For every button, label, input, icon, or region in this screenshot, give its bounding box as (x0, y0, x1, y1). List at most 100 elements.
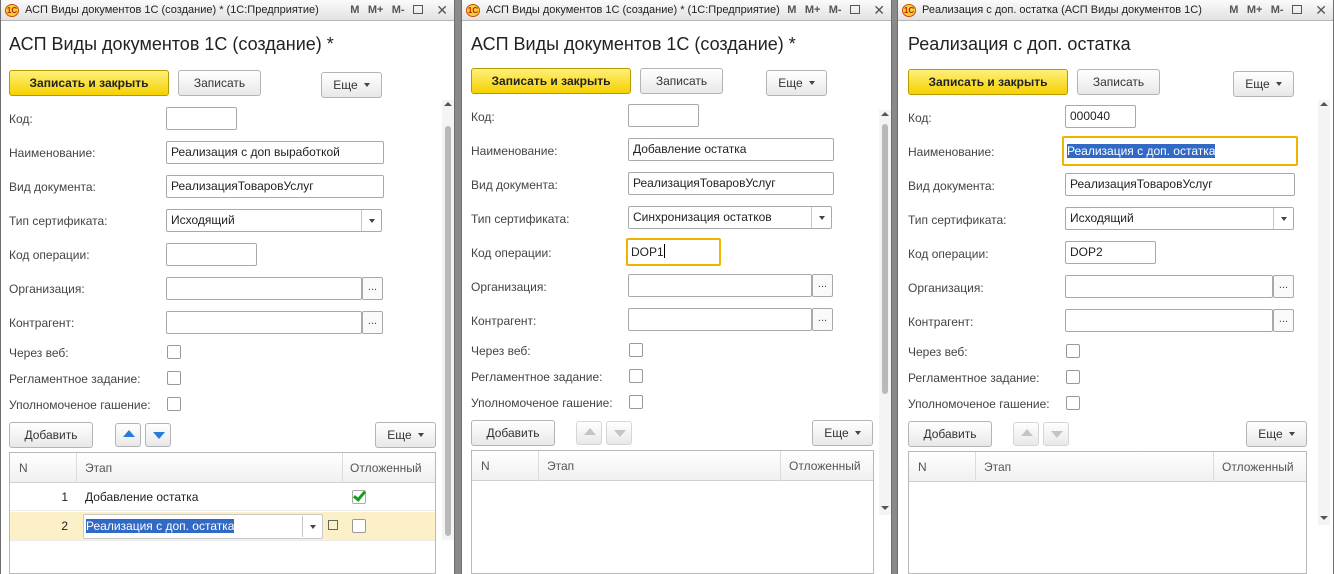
more-button[interactable]: Еще (1233, 71, 1294, 97)
chevron-down-icon[interactable] (302, 516, 322, 537)
open-form-icon[interactable] (328, 520, 338, 530)
auth-payoff-checkbox[interactable] (167, 397, 181, 411)
form-scrollbar[interactable] (1318, 100, 1330, 525)
chevron-down-icon[interactable] (811, 207, 831, 228)
more-button[interactable]: Еще (321, 72, 382, 98)
column-stage[interactable]: Этап (539, 451, 781, 481)
table-row[interactable]: 2 Реализация с доп. остатка (10, 512, 435, 541)
scroll-up-icon[interactable] (881, 112, 889, 116)
memory-button[interactable]: M (350, 0, 359, 20)
column-deferred[interactable]: Отложенный (343, 453, 435, 483)
move-down-button[interactable] (606, 421, 632, 445)
form-scrollbar[interactable] (879, 110, 891, 515)
maximize-icon[interactable] (849, 5, 860, 14)
scroll-thumb[interactable] (882, 124, 888, 394)
scroll-down-icon[interactable] (881, 506, 889, 510)
deferred-checkbox[interactable] (352, 488, 367, 504)
cert-type-select[interactable]: Исходящий (166, 209, 382, 232)
memory-plus-button[interactable]: M+ (368, 0, 384, 20)
move-down-button[interactable] (1043, 422, 1069, 446)
org-select-button[interactable]: ... (812, 274, 833, 297)
auth-payoff-checkbox[interactable] (629, 395, 643, 409)
window-1-titlebar[interactable]: 1С АСП Виды документов 1С (создание) * (… (1, 0, 454, 21)
scroll-up-icon[interactable] (1320, 102, 1328, 106)
code-field[interactable] (628, 104, 699, 127)
counterparty-field[interactable] (628, 308, 812, 331)
row-stage-editor[interactable]: Реализация с доп. остатка (83, 514, 323, 539)
memory-plus-button[interactable]: M+ (1247, 0, 1263, 20)
move-up-button[interactable] (115, 423, 141, 447)
org-field[interactable] (628, 274, 812, 297)
org-select-button[interactable]: ... (1273, 275, 1294, 298)
memory-plus-button[interactable]: M+ (805, 0, 821, 20)
column-stage[interactable]: Этап (976, 452, 1214, 482)
memory-minus-button[interactable]: M- (1271, 0, 1284, 20)
column-deferred[interactable]: Отложенный (1214, 452, 1306, 482)
op-code-field[interactable]: DOP1 (626, 238, 721, 266)
counterparty-select-button[interactable]: ... (812, 308, 833, 331)
counterparty-select-button[interactable]: ... (362, 311, 383, 334)
save-close-button[interactable]: Записать и закрыть (908, 69, 1068, 95)
column-n[interactable]: N (909, 452, 976, 482)
cert-type-select[interactable]: Исходящий (1065, 207, 1294, 230)
name-field[interactable]: Добавление остатка (628, 138, 834, 161)
scheduled-checkbox[interactable] (629, 369, 643, 383)
scroll-thumb[interactable] (445, 126, 451, 536)
org-field[interactable] (1065, 275, 1273, 298)
window-3-titlebar[interactable]: 1С Реализация с доп. остатка (АСП Виды д… (898, 0, 1333, 21)
op-code-field[interactable] (166, 243, 257, 266)
scroll-down-icon[interactable] (1320, 516, 1328, 520)
save-button[interactable]: Записать (640, 68, 723, 94)
memory-button[interactable]: M (787, 0, 796, 20)
close-icon[interactable]: ✕ (873, 0, 885, 20)
column-n[interactable]: N (10, 453, 77, 483)
save-button[interactable]: Записать (178, 70, 261, 96)
via-web-checkbox[interactable] (167, 345, 181, 359)
chevron-down-icon[interactable] (1273, 208, 1293, 229)
auth-payoff-checkbox[interactable] (1066, 396, 1080, 410)
op-code-field[interactable]: DOP2 (1065, 241, 1156, 264)
code-field[interactable]: 000040 (1065, 105, 1136, 128)
counterparty-field[interactable] (1065, 309, 1273, 332)
cert-type-select[interactable]: Синхронизация остатков (628, 206, 832, 229)
column-stage[interactable]: Этап (77, 453, 343, 483)
scheduled-checkbox[interactable] (167, 371, 181, 385)
memory-minus-button[interactable]: M- (392, 0, 405, 20)
table-more-button[interactable]: Еще (812, 420, 873, 446)
column-deferred[interactable]: Отложенный (781, 451, 873, 481)
org-select-button[interactable]: ... (362, 277, 383, 300)
add-button[interactable]: Добавить (908, 421, 992, 447)
scroll-up-icon[interactable] (444, 102, 452, 106)
save-button[interactable]: Записать (1077, 69, 1160, 95)
window-2-titlebar[interactable]: 1С АСП Виды документов 1С (создание) * (… (462, 0, 891, 21)
memory-button[interactable]: M (1229, 0, 1238, 20)
doc-type-field[interactable]: РеализацияТоваровУслуг (166, 175, 384, 198)
close-icon[interactable]: ✕ (1315, 0, 1327, 20)
table-more-button[interactable]: Еще (1246, 421, 1307, 447)
column-n[interactable]: N (472, 451, 539, 481)
doc-type-field[interactable]: РеализацияТоваровУслуг (628, 172, 834, 195)
org-field[interactable] (166, 277, 362, 300)
scheduled-checkbox[interactable] (1066, 370, 1080, 384)
more-button[interactable]: Еще (766, 70, 827, 96)
counterparty-select-button[interactable]: ... (1273, 309, 1294, 332)
via-web-checkbox[interactable] (1066, 344, 1080, 358)
save-close-button[interactable]: Записать и закрыть (9, 70, 169, 96)
doc-type-field[interactable]: РеализацияТоваровУслуг (1065, 173, 1295, 196)
counterparty-field[interactable] (166, 311, 362, 334)
close-icon[interactable]: ✕ (436, 0, 448, 20)
deferred-checkbox[interactable] (352, 519, 366, 533)
memory-minus-button[interactable]: M- (829, 0, 842, 20)
form-scrollbar[interactable] (442, 100, 454, 540)
move-down-button[interactable] (145, 423, 171, 447)
maximize-icon[interactable] (412, 5, 423, 14)
save-close-button[interactable]: Записать и закрыть (471, 68, 631, 94)
add-button[interactable]: Добавить (9, 422, 93, 448)
name-field[interactable]: Реализация с доп. остатка (1062, 136, 1298, 166)
table-row[interactable]: 1 Добавление остатка (10, 484, 435, 511)
table-more-button[interactable]: Еще (375, 422, 436, 448)
name-field[interactable]: Реализация с доп выработкой (166, 141, 384, 164)
code-field[interactable] (166, 107, 237, 130)
chevron-down-icon[interactable] (361, 210, 381, 231)
maximize-icon[interactable] (1291, 5, 1302, 14)
